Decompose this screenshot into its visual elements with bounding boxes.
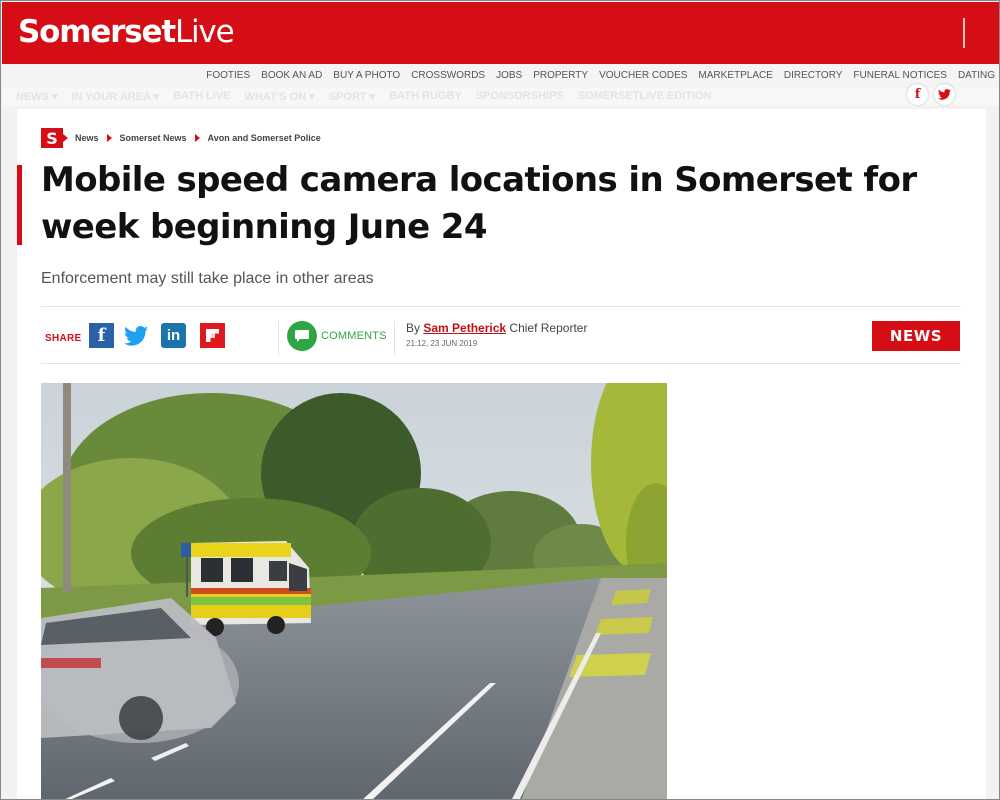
share-label: SHARE	[45, 333, 82, 344]
byline-prefix: By	[406, 321, 421, 335]
brand-header: SomersetLive	[2, 2, 999, 64]
secondary-nav-crosswords[interactable]: CROSSWORDS	[411, 70, 485, 81]
divider	[394, 321, 395, 355]
secondary-nav-book-an-ad[interactable]: BOOK AN AD	[261, 70, 322, 81]
main-nav-sport[interactable]: SPORT ▾	[329, 90, 375, 103]
main-nav-bath-rugby[interactable]: BATH RUGBY	[389, 90, 462, 103]
breadcrumb-somerset-news[interactable]: Somerset News	[120, 133, 187, 143]
site-logo-bold: Somerset	[18, 14, 176, 50]
share-facebook-button[interactable]: f	[89, 323, 114, 348]
secondary-nav-jobs[interactable]: JOBS	[496, 70, 522, 81]
secondary-nav-buy-a-photo[interactable]: BUY A PHOTO	[333, 70, 400, 81]
secondary-nav-marketplace[interactable]: MARKETPLACE	[698, 70, 772, 81]
article-standfirst: Enforcement may still take place in othe…	[41, 270, 374, 287]
header-divider	[963, 18, 965, 48]
share-twitter-button[interactable]	[123, 323, 148, 348]
breadcrumb-news[interactable]: News	[75, 133, 99, 143]
secondary-nav-property[interactable]: PROPERTY	[533, 70, 588, 81]
browser-frame: SomersetLive FOOTIES BOOK AN AD BUY A PHOT…	[0, 0, 1000, 800]
article-hero-image[interactable]	[41, 383, 667, 799]
comment-bubble-icon	[287, 321, 317, 351]
divider	[41, 363, 961, 364]
author-role: Chief Reporter	[509, 321, 588, 335]
facebook-icon[interactable]: f	[907, 84, 928, 105]
divider	[41, 306, 961, 307]
share-flipboard-button[interactable]	[200, 323, 225, 348]
headline-accent-bar	[17, 165, 22, 245]
secondary-nav: FOOTIES BOOK AN AD BUY A PHOTO CROSSWORDS JO…	[2, 64, 999, 88]
secondary-nav-directory[interactable]: DIRECTORY	[784, 70, 843, 81]
breadcrumb-separator-icon	[106, 134, 112, 142]
publish-timestamp: 21:12, 23 JUN 2019	[406, 339, 478, 348]
main-nav-bath-live[interactable]: BATH LIVE	[173, 90, 230, 103]
byline: By Sam Petherick Chief Reporter	[406, 321, 587, 335]
main-nav-news[interactable]: NEWS ▾	[16, 90, 58, 103]
main-nav-in-your-area[interactable]: IN YOUR AREA ▾	[72, 90, 160, 103]
comments-button[interactable]: COMMENTS	[287, 321, 387, 351]
breadcrumb-separator-icon	[194, 134, 200, 142]
article-card: S News Somerset News Avon and Somerset P…	[17, 109, 986, 799]
header-social-links: f	[901, 84, 955, 105]
section-badge[interactable]: NEWS	[872, 321, 960, 351]
main-nav-somersetlive-edition[interactable]: SOMERSETLIVE EDITION	[578, 90, 712, 103]
breadcrumb-avon-somerset-police[interactable]: Avon and Somerset Police	[208, 133, 321, 143]
share-linkedin-button[interactable]: in	[161, 323, 186, 348]
secondary-nav-footies[interactable]: FOOTIES	[206, 70, 250, 81]
author-link[interactable]: Sam Petherick	[423, 321, 506, 335]
secondary-nav-voucher-codes[interactable]: VOUCHER CODES	[599, 70, 687, 81]
twitter-icon[interactable]	[934, 84, 955, 105]
main-nav: NEWS ▾ IN YOUR AREA ▾ BATH LIVE WHAT'S ON ▾…	[2, 88, 999, 106]
twitter-icon	[123, 325, 148, 346]
site-logo[interactable]: SomersetLive	[18, 13, 235, 51]
breadcrumb: S News Somerset News Avon and Somerset P…	[41, 128, 321, 148]
comments-label: COMMENTS	[321, 330, 387, 342]
divider	[278, 321, 279, 355]
main-nav-sponsorships[interactable]: SPONSORSHIPS	[476, 90, 564, 103]
flipboard-icon	[204, 327, 221, 344]
secondary-nav-funeral-notices[interactable]: FUNERAL NOTICES	[853, 70, 947, 81]
secondary-nav-dating[interactable]: DATING	[958, 70, 995, 81]
main-nav-what-s-on[interactable]: WHAT'S ON ▾	[244, 90, 314, 103]
article-headline: Mobile speed camera locations in Somerse…	[41, 160, 917, 247]
site-logo-light: Live	[174, 14, 235, 50]
site-badge-icon[interactable]: S	[41, 128, 68, 148]
